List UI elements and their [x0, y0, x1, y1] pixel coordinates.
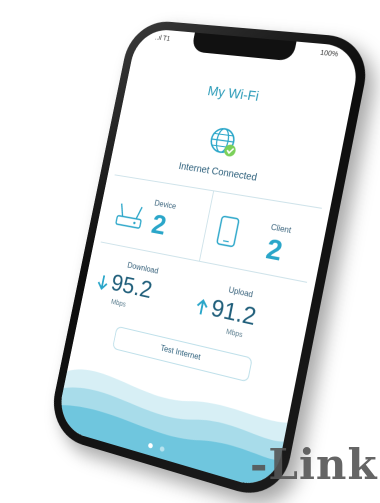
router-icon: [112, 200, 147, 234]
phone-frame: ..ıl T1 100% My Wi-Fi Internet Connected: [46, 19, 373, 503]
upload-label: Upload: [228, 285, 254, 299]
phone-screen: ..ıl T1 100% My Wi-Fi Internet Connected: [55, 28, 362, 492]
status-battery: 100%: [319, 50, 338, 59]
upload-unit: Mbps: [225, 329, 243, 340]
upload-speed: 91.2: [209, 295, 259, 333]
page-dot[interactable]: [144, 460, 149, 466]
device-count: 2: [149, 208, 169, 241]
notch: [191, 33, 296, 62]
download-tile: Download 95.2 Mbps: [93, 256, 199, 329]
check-icon: [223, 144, 236, 157]
tablet-icon: [215, 214, 242, 249]
client-count: 2: [263, 233, 285, 268]
download-unit: Mbps: [110, 299, 126, 309]
connection-status: Internet Connected: [111, 151, 335, 196]
arrow-down-icon: [96, 272, 110, 291]
page-title: My Wi-Fi: [126, 74, 352, 115]
brand-logo: -Link: [250, 440, 378, 489]
product-scene: ..ıl T1 100% My Wi-Fi Internet Connected: [0, 0, 380, 497]
upload-tile: Upload 91.2 Mbps: [188, 275, 304, 352]
globe-icon: [206, 124, 242, 159]
arrow-up-icon: [195, 297, 210, 317]
status-signal: ..ıl T1: [154, 35, 170, 43]
